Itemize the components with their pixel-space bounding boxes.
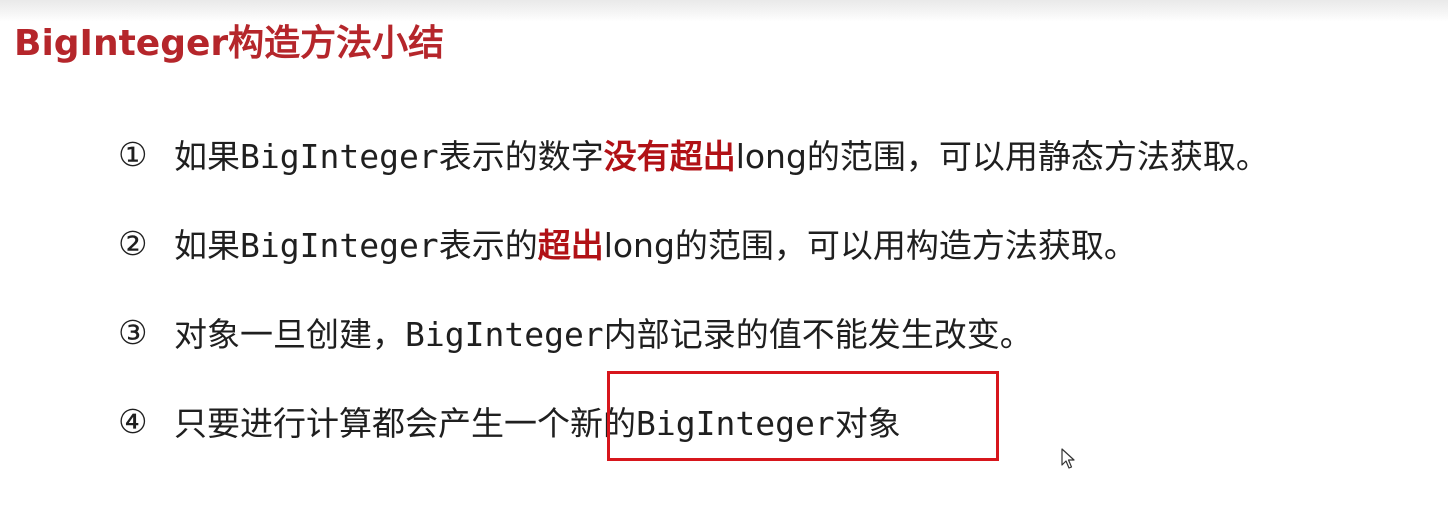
code-term: BigInteger: [405, 315, 604, 354]
summary-item-2: ② 如果BigInteger表示的超出long的范围，可以用构造方法获取。: [118, 213, 1137, 273]
text-segment: long: [735, 137, 807, 176]
summary-item-3: ③ 对象一旦创建，BigInteger内部记录的值不能发生改变。: [118, 302, 1033, 362]
highlight-box: [607, 371, 999, 461]
text-segment: 只要进行计算都会产生一个新的: [174, 404, 636, 443]
item-text: 对象一旦创建，BigInteger内部记录的值不能发生改变。: [174, 308, 1033, 356]
mouse-pointer-icon: [1061, 448, 1075, 469]
text-segment: 如果: [174, 226, 240, 265]
text-segment: 表示的数字: [438, 137, 604, 176]
code-term: BigInteger: [240, 226, 439, 265]
item-text: 如果BigInteger表示的超出long的范围，可以用构造方法获取。: [174, 219, 1137, 267]
text-segment: 对象一旦创建，: [174, 315, 405, 354]
code-term: BigInteger: [240, 137, 439, 176]
emphasis-text: 超出: [537, 226, 604, 265]
summary-item-1: ① 如果BigInteger表示的数字没有超出long的范围，可以用静态方法获取…: [118, 124, 1269, 184]
text-segment: long: [603, 226, 675, 265]
item-number: ③: [118, 312, 148, 352]
top-band: [0, 0, 1448, 22]
text-segment: 内部记录的值不能发生改变。: [603, 315, 1033, 354]
text-segment: 如果: [174, 137, 240, 176]
text-segment: 的范围，可以用构造方法获取。: [674, 226, 1137, 265]
item-number: ①: [118, 134, 148, 174]
text-segment: 表示的: [438, 226, 538, 265]
item-text: 如果BigInteger表示的数字没有超出long的范围，可以用静态方法获取。: [174, 130, 1269, 178]
text-segment: 的范围，可以用静态方法获取。: [806, 137, 1269, 176]
slide-title: BigInteger构造方法小结: [14, 23, 445, 64]
item-number: ②: [118, 223, 148, 263]
emphasis-text: 没有超出: [603, 137, 736, 176]
item-number: ④: [118, 401, 148, 441]
